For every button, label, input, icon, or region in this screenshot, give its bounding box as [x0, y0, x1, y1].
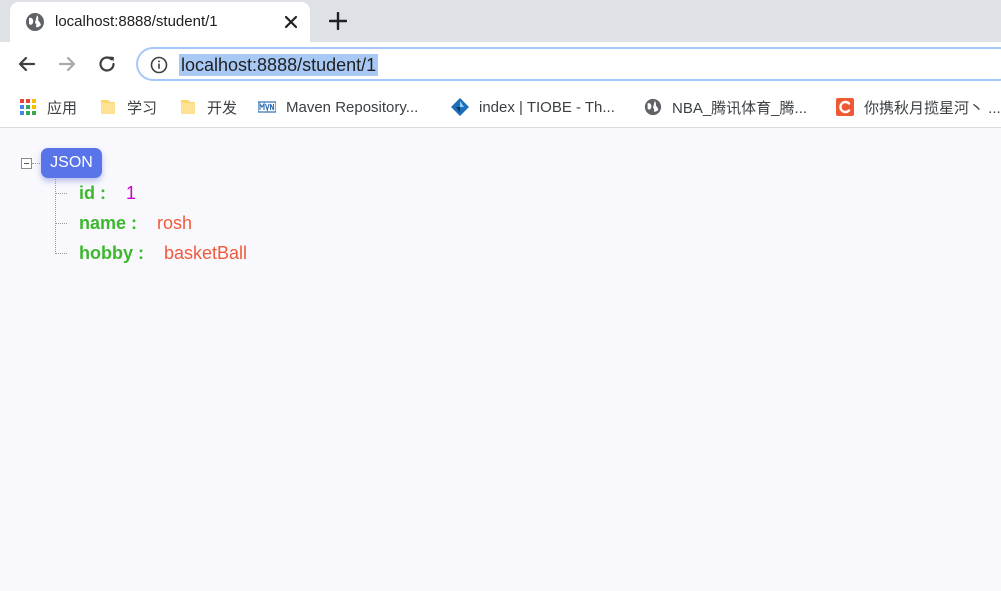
json-entry-id: id : 1: [55, 181, 136, 205]
json-entry-hobby: hobby : basketBall: [55, 241, 247, 265]
json-entry-name: name : rosh: [55, 211, 192, 235]
tiobe-icon: [451, 98, 469, 116]
bookmark-tiobe[interactable]: index | TIOBE - Th...: [451, 96, 615, 118]
globe-icon: [25, 12, 45, 32]
tab-strip: localhost:8888/student/1: [0, 0, 1001, 42]
collapse-toggle[interactable]: [21, 158, 32, 169]
close-icon[interactable]: [280, 11, 302, 33]
csdn-icon: [836, 98, 854, 116]
bookmark-maven[interactable]: Maven Repository...: [257, 96, 419, 118]
folder-icon: [99, 98, 117, 116]
bookmark-label: Maven Repository...: [286, 98, 419, 116]
tree-connector: [55, 192, 67, 194]
bookmark-label: 学习: [127, 99, 158, 117]
json-viewer: JSON id : 1 name : rosh hobby : basketBa…: [0, 129, 1001, 591]
folder-icon: [179, 98, 197, 116]
bookmark-csdn-blog[interactable]: 你携秋月揽星河丶 ...: [836, 96, 1001, 118]
arrow-left-icon[interactable]: [14, 51, 40, 77]
json-key: id :: [79, 182, 106, 203]
browser-tab[interactable]: localhost:8888/student/1: [10, 2, 310, 42]
tab-title: localhost:8888/student/1: [55, 13, 218, 30]
json-key: name :: [79, 212, 138, 233]
browser-toolbar: localhost:8888/student/1: [0, 42, 1001, 86]
json-value-string: rosh: [157, 212, 193, 233]
json-value-string: basketBall: [164, 242, 248, 263]
tree-connector: [55, 222, 67, 224]
tree-connector: [55, 252, 67, 254]
info-icon[interactable]: [150, 56, 168, 74]
bookmark-label: 你携秋月揽星河丶 ...: [864, 99, 1001, 117]
bookmark-apps[interactable]: 应用: [19, 96, 77, 118]
bookmark-label: NBA_腾讯体育_腾...: [672, 99, 808, 117]
bookmark-label: 应用: [47, 99, 78, 117]
json-root-badge[interactable]: JSON: [41, 148, 102, 178]
bookmark-label: index | TIOBE - Th...: [479, 98, 615, 116]
url-text[interactable]: localhost:8888/student/1: [179, 54, 379, 76]
bookmarks-bar: 应用 学习 开发 Maven Repository... index | TIO…: [0, 86, 1001, 128]
json-value-number: 1: [126, 182, 137, 203]
maven-icon: [257, 98, 277, 116]
bookmark-study-folder[interactable]: 学习: [99, 96, 157, 118]
json-key: hobby :: [79, 242, 144, 263]
bookmark-label: 开发: [207, 99, 238, 117]
reload-icon[interactable]: [94, 51, 120, 77]
plus-icon[interactable]: [326, 9, 350, 33]
address-bar[interactable]: localhost:8888/student/1: [136, 47, 1001, 81]
apps-grid-icon: [19, 98, 37, 116]
bookmark-nba[interactable]: NBA_腾讯体育_腾...: [644, 96, 807, 118]
arrow-right-icon[interactable]: [54, 51, 80, 77]
bookmark-dev-folder[interactable]: 开发: [179, 96, 237, 118]
globe-icon: [644, 98, 662, 116]
